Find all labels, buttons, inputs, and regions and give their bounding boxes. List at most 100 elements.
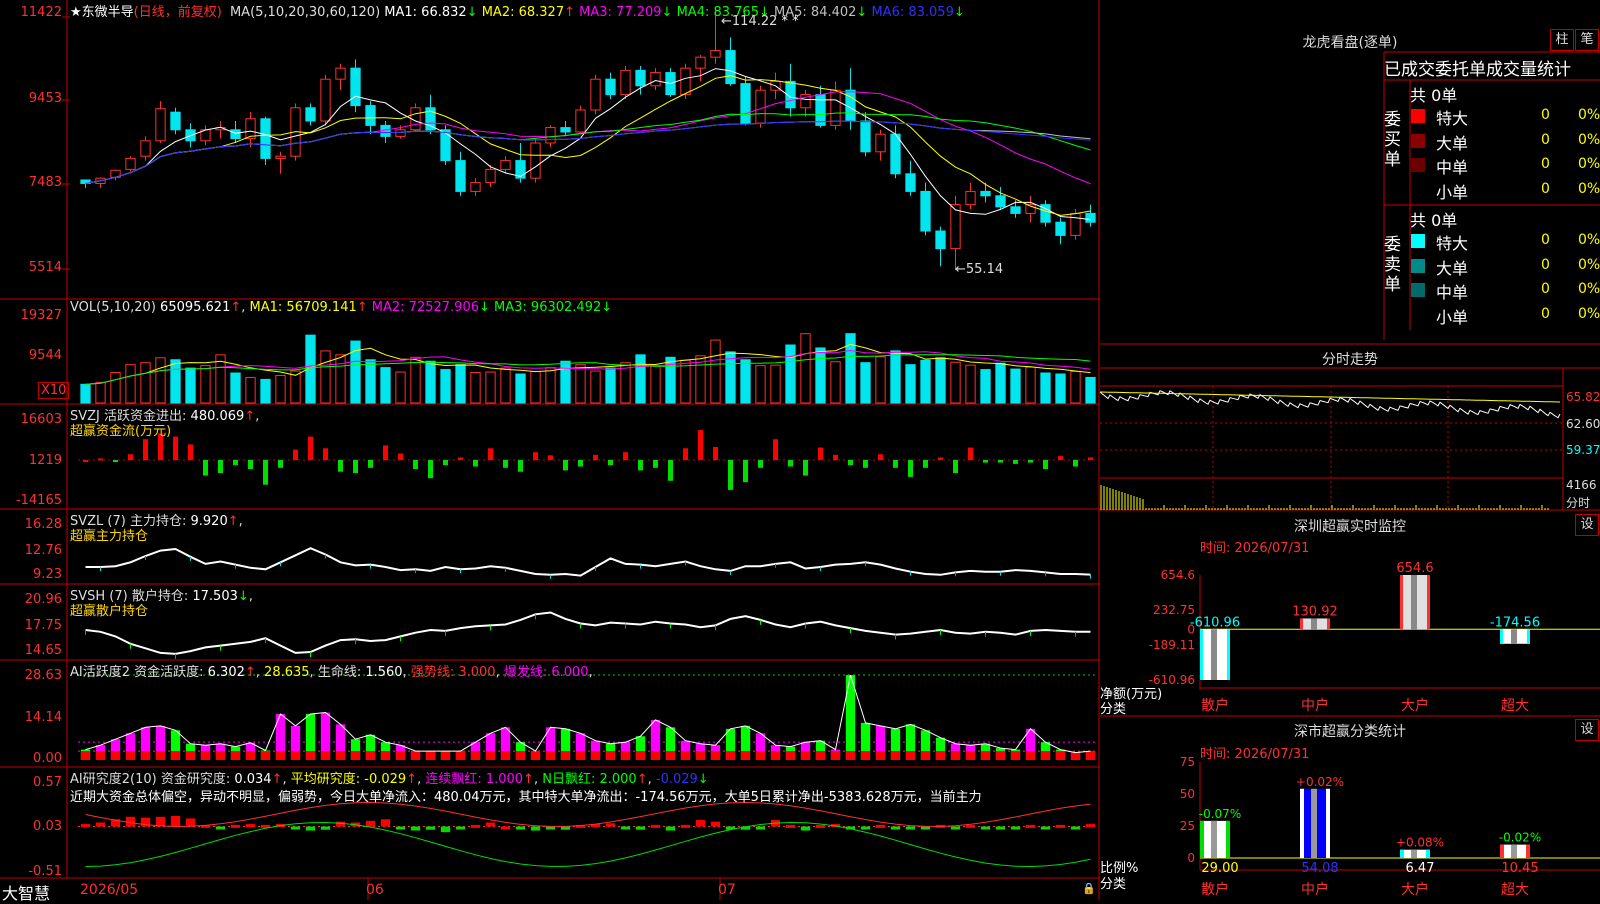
svzl-axis-top: 16.28	[24, 517, 62, 532]
sz-monitor-bar-0	[1200, 629, 1230, 680]
candle-body	[965, 190, 976, 206]
ai-active-base-bar	[545, 751, 556, 760]
lhb-tick-button[interactable]: 笔	[1575, 29, 1599, 51]
ai-active-base-bar	[605, 751, 616, 760]
ai-active-axis-bottom: 0.00	[33, 751, 62, 766]
ai-research-bar	[605, 823, 616, 827]
ai-active-life: 1.560	[365, 665, 403, 680]
ai-active-base-bar	[920, 751, 931, 760]
ma2-label: MA2:	[477, 5, 515, 20]
candle-body	[830, 89, 841, 126]
volume-bar	[395, 371, 406, 404]
vol-title: VOL(5,10,20)	[70, 300, 156, 315]
ai-research-bar	[500, 826, 511, 830]
fenshi-axis-vol: 4166	[1566, 478, 1597, 492]
ai-research-bar	[305, 826, 316, 831]
ai-research-bar	[1010, 826, 1021, 830]
ai-research-bar	[335, 821, 346, 827]
ai-active-base-bar	[845, 751, 856, 760]
ai-active-base-bar	[965, 751, 976, 760]
volume-bar	[500, 367, 511, 404]
svzj-bar	[653, 460, 658, 468]
svzj-bar	[608, 460, 613, 466]
sz-classify-value-1: 54.08	[1301, 861, 1338, 876]
lhb-buy-pct-3: 0%	[1578, 180, 1600, 197]
sz-classify-value-0: 29.00	[1201, 861, 1238, 876]
candle-body	[1055, 221, 1066, 236]
volume-bar	[1085, 376, 1096, 404]
ai-active-base-bar	[170, 751, 181, 760]
lhb-sell-swatch-3	[1411, 308, 1425, 322]
lhb-buy-count-0: 0	[1541, 107, 1550, 123]
ai-active-base-bar	[530, 751, 541, 760]
svzj-bar	[443, 460, 448, 466]
candle-body	[755, 89, 766, 124]
sz-monitor-setting-button[interactable]: 设	[1575, 514, 1599, 536]
svzj-bar	[368, 460, 373, 468]
fenshi-unit: 分时	[1566, 496, 1591, 510]
svzj-bar	[338, 460, 343, 472]
volume-bar	[545, 367, 556, 404]
ai-active-base-bar	[305, 751, 316, 760]
candle-body	[335, 67, 346, 80]
volume-bar	[635, 354, 646, 404]
ai-active-base-bar	[740, 751, 751, 760]
ai-active-axis-mid: 14.14	[24, 710, 62, 725]
svzj-bar	[968, 447, 973, 460]
candle-body	[230, 129, 241, 140]
lhb-sell-pct-2: 0%	[1578, 281, 1600, 297]
candle-body	[635, 69, 646, 87]
sz-classify-value-3: 10.45	[1501, 861, 1538, 876]
ai-active-title: AI活跃度2 资金活跃度:	[70, 665, 204, 680]
lhb-bar-button[interactable]: 柱	[1550, 29, 1574, 51]
ai-active-base-bar	[710, 751, 721, 760]
svzj-bar	[128, 454, 133, 460]
volume-bar	[815, 347, 826, 404]
lhb-sell-label: 委卖单	[1384, 235, 1401, 295]
lock-icon[interactable]: 🔒	[1082, 882, 1096, 895]
sz-classify-category-1: 中户	[1301, 881, 1329, 898]
ai-research-bar	[515, 826, 526, 830]
candle-body	[560, 127, 571, 133]
ai-research-bar	[890, 826, 901, 830]
sz-classify-category-0: 散户	[1201, 881, 1229, 898]
volume-bar	[1055, 373, 1066, 404]
svzj-bar	[1088, 457, 1093, 460]
ma-line-4	[85, 112, 1091, 184]
ai-active-base-bar	[830, 751, 841, 760]
app-logo-text: 大智慧	[2, 884, 51, 903]
volume-bar	[80, 383, 91, 404]
fenshi-axis-3: 59.37	[1566, 443, 1600, 457]
ai-research-bar	[155, 816, 166, 827]
candle-body	[545, 127, 556, 144]
price-axis-7483: 7483	[28, 175, 62, 190]
volume-bar	[1025, 366, 1036, 404]
ai-active-base-bar	[875, 751, 886, 760]
ai-research-bar	[650, 824, 661, 828]
volume-bar	[320, 350, 331, 404]
ma5-value: 84.402	[806, 5, 857, 20]
candle-body	[365, 105, 376, 126]
ai-research-bar	[1055, 824, 1066, 828]
ai-active-base-bar	[905, 751, 916, 760]
ai-active-base-bar	[950, 751, 961, 760]
price-axis-11422: 11422	[20, 5, 62, 20]
svzj-bar	[878, 454, 883, 460]
svzj-axis-mid: 1219	[28, 453, 62, 468]
ma6-arrow: ↓	[953, 5, 965, 20]
ma1-arrow: ↓	[466, 5, 478, 20]
svzj-bar	[953, 460, 958, 474]
sz-classify-bar-1	[1300, 788, 1330, 858]
ai-active-header: AI活跃度2 资金活跃度: 6.302↑, 28.635, 生命线: 1.560…	[70, 665, 593, 680]
ai-active-base-bar	[650, 751, 661, 760]
ai-research-bar	[215, 826, 226, 830]
ai-research-bar	[530, 826, 541, 831]
svzj-bar	[563, 460, 568, 471]
sz-classify-setting-button[interactable]: 设	[1575, 719, 1599, 741]
candle-body	[725, 50, 736, 85]
candle-body	[170, 111, 181, 131]
candle-body	[980, 190, 991, 197]
volume-bar	[365, 359, 376, 404]
stock-name[interactable]: 东微半导	[82, 5, 134, 20]
main-chart-canvas[interactable]	[0, 0, 1100, 900]
